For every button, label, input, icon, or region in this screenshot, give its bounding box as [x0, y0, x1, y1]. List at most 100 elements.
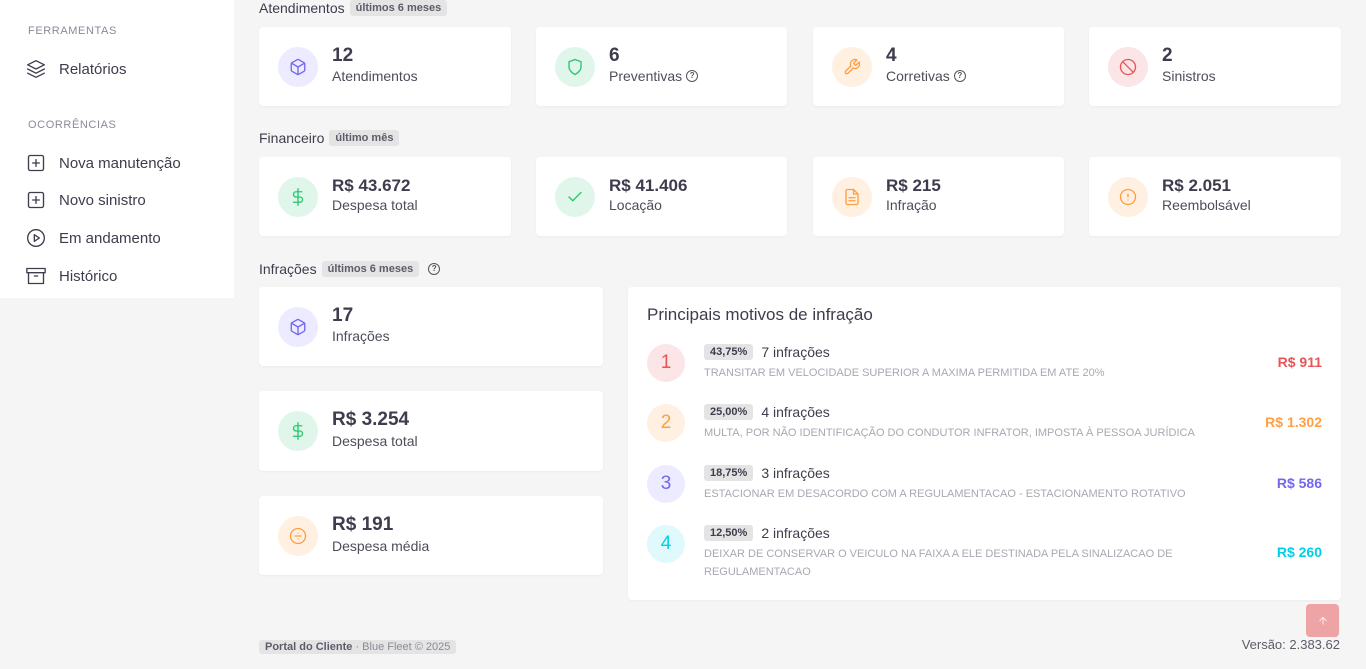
motivo-description: ESTACIONAR EM DESACORDO COM A REGULAMENT… — [704, 488, 1186, 500]
motivo-percent: 43,75% — [704, 344, 754, 360]
stat-label: Reembolsável — [1162, 197, 1251, 213]
archive-icon — [26, 267, 46, 285]
stat-card-infracoes-despesa-total: R$ 3.254 Despesa total — [259, 391, 603, 471]
file-icon — [832, 177, 872, 217]
motivo-header: 43,75% 7 infrações — [704, 344, 830, 360]
sidebar-item-relatorios[interactable]: Relatórios — [26, 57, 127, 81]
stat-card-atendimentos: 12 Atendimentos — [259, 27, 511, 106]
sidebar-item-label: Nova manutenção — [59, 154, 181, 172]
motivo-count: 2 infrações — [761, 525, 830, 541]
section-title-text: Atendimentos — [259, 0, 345, 16]
arrow-up-icon — [1318, 616, 1327, 624]
box-icon — [278, 47, 318, 87]
motivo-value: R$ 586 — [1276, 475, 1322, 491]
stat-value: R$ 43.672 — [332, 176, 411, 195]
motivo-header: 12,50% 2 infrações — [704, 525, 830, 541]
motivo-count: 3 infrações — [761, 465, 830, 481]
stat-card-infracoes: 17 Infrações — [259, 287, 603, 366]
play-circle-icon — [27, 229, 45, 247]
stat-label: Despesa total — [332, 433, 418, 449]
stat-card-infracao: R$ 215 Infração — [813, 157, 1064, 236]
version-label: Versão: 2.383.62 — [1241, 637, 1340, 652]
stat-value: R$ 191 — [332, 514, 394, 535]
period-badge: últimos 6 meses — [349, 0, 448, 16]
stat-value: R$ 215 — [886, 176, 941, 195]
motivo-row: 1 43,75% 7 infrações TRANSITAR EM VELOCID… — [647, 344, 1322, 384]
section-title-text: Financeiro — [259, 130, 325, 146]
motivo-value: R$ 911 — [1277, 354, 1322, 370]
motivo-row: 3 18,75% 3 infrações ESTACIONAR EM DESACO… — [647, 465, 1322, 505]
stat-label: Atendimentos — [332, 68, 418, 84]
help-icon[interactable]: ? — [953, 70, 966, 82]
stat-value: 12 — [332, 45, 354, 66]
stat-value: R$ 41.406 — [609, 176, 688, 195]
stat-label: Despesa total — [332, 197, 418, 213]
stat-card-sinistros: 2 Sinistros — [1089, 27, 1341, 106]
motivo-count: 4 infrações — [761, 404, 830, 420]
sidebar-item-em-andamento[interactable]: Em andamento — [26, 226, 161, 250]
stat-card-despesa-total: R$ 43.672 Despesa total — [259, 157, 511, 236]
sidebar-section-ferramentas: FERRAMENTAS — [28, 25, 117, 37]
motivo-rank: 2 — [647, 404, 685, 442]
stat-label: Infração — [886, 197, 937, 213]
check-icon — [555, 177, 595, 217]
stat-value: 17 — [332, 305, 354, 326]
motivo-description: DEIXAR DE CONSERVAR O VEICULO NA FAIXA A… — [704, 548, 1173, 578]
plus-square-icon — [27, 154, 45, 172]
slash-icon — [1108, 47, 1148, 87]
motivo-row: 2 25,00% 4 infrações MULTA, POR NÃO IDENT… — [647, 404, 1322, 444]
sidebar: FERRAMENTAS Relatórios OCORRÊNCIAS Nova … — [0, 0, 234, 298]
stat-card-locacao: R$ 41.406 Locação — [536, 157, 787, 236]
help-icon[interactable]: ? — [428, 263, 441, 275]
motivo-header: 18,75% 3 infrações — [704, 465, 830, 481]
alert-circle-icon — [1108, 177, 1148, 217]
plus-square-icon — [27, 191, 45, 209]
motivo-rank: 4 — [647, 525, 685, 563]
divide-circle-icon — [278, 516, 318, 556]
stat-card-preventivas: 6 Preventivas? — [536, 27, 787, 106]
sidebar-item-novo-sinistro[interactable]: Novo sinistro — [26, 188, 146, 212]
motivo-percent: 25,00% — [704, 404, 754, 420]
motivo-row: 4 12,50% 2 infrações DEIXAR DE CONSERVAR … — [647, 525, 1322, 581]
box-icon — [278, 307, 318, 347]
layers-icon — [27, 60, 45, 79]
motivo-percent: 18,75% — [704, 465, 754, 481]
motivo-value: R$ 260 — [1276, 544, 1322, 560]
period-badge: últimos 6 meses — [321, 261, 420, 277]
footer-rest: · Blue Fleet © 2025 — [352, 641, 451, 653]
section-title-financeiro: Financeiro último mês — [259, 130, 400, 146]
stat-card-corretivas: 4 Corretivas? — [813, 27, 1064, 106]
stat-label: Sinistros — [1162, 68, 1216, 84]
motivo-header: 25,00% 4 infrações — [704, 404, 830, 420]
section-title-infracoes: Infrações últimos 6 meses ? — [259, 261, 441, 277]
stat-value: 2 — [1162, 45, 1173, 66]
stat-label: Preventivas? — [609, 68, 699, 84]
help-icon[interactable]: ? — [686, 70, 699, 82]
motivo-description: TRANSITAR EM VELOCIDADE SUPERIOR A MAXIM… — [704, 367, 1105, 379]
motivo-description: MULTA, POR NÃO IDENTIFICAÇÃO DO CONDUTOR… — [704, 427, 1195, 439]
sidebar-item-nova-manutencao[interactable]: Nova manutenção — [26, 151, 181, 175]
section-title-text: Infrações — [259, 261, 317, 277]
scroll-to-top-button[interactable] — [1306, 604, 1339, 637]
footer-brand: Portal do Cliente — [265, 641, 353, 653]
sidebar-item-label: Relatórios — [59, 60, 127, 78]
dollar-icon — [278, 177, 318, 217]
sidebar-item-label: Novo sinistro — [59, 191, 146, 209]
stat-value: R$ 3.254 — [332, 409, 410, 430]
motivos-card: Principais motivos de infração 1 43,75% 7… — [628, 287, 1341, 600]
motivo-percent: 12,50% — [704, 525, 754, 541]
shield-icon — [555, 47, 595, 87]
stat-card-reembolsavel: R$ 2.051 Reembolsável — [1089, 157, 1341, 236]
motivo-rank: 1 — [647, 344, 685, 382]
stat-label: Despesa média — [332, 538, 430, 554]
sidebar-item-historico[interactable]: Histórico — [26, 264, 117, 288]
period-badge: último mês — [329, 130, 400, 146]
stat-value: 4 — [886, 45, 897, 66]
sidebar-section-ocorrencias: OCORRÊNCIAS — [28, 119, 117, 131]
stat-label: Infrações — [332, 328, 390, 344]
motivos-title: Principais motivos de infração — [647, 305, 873, 324]
wrench-icon — [832, 47, 872, 87]
dollar-icon — [278, 411, 318, 451]
sidebar-item-label: Histórico — [59, 267, 118, 285]
motivo-count: 7 infrações — [761, 344, 830, 360]
